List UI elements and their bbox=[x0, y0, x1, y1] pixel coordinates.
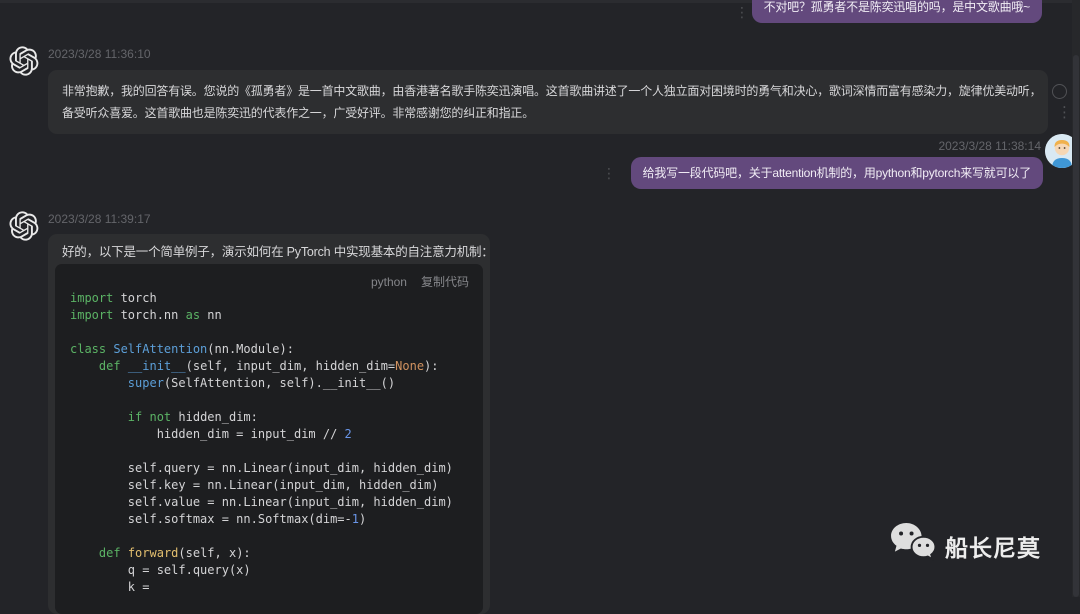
code-line: self.key = nn.Linear(input_dim, hidden_d… bbox=[70, 477, 481, 494]
code-line: def forward(self, x): bbox=[70, 545, 481, 562]
user-message-text: 不对吧？孤勇者不是陈奕迅唱的吗，是中文歌曲哦~ bbox=[764, 0, 1030, 14]
code-line: super(SelfAttention, self).__init__() bbox=[70, 375, 481, 392]
code-block: python 复制代码 import torchimport torch.nn … bbox=[55, 264, 483, 614]
code-lines: import torchimport torch.nn as nn class … bbox=[70, 290, 481, 596]
message-options-icon[interactable]: ⋮ bbox=[602, 166, 616, 180]
message-options-icon[interactable]: ⋮ bbox=[735, 5, 749, 19]
code-block-header: python 复制代码 bbox=[55, 264, 483, 293]
code-line: self.value = nn.Linear(input_dim, hidden… bbox=[70, 494, 481, 511]
code-line bbox=[70, 392, 481, 409]
openai-logo-icon bbox=[9, 211, 39, 246]
code-line: def __init__(self, input_dim, hidden_dim… bbox=[70, 358, 481, 375]
code-line: self.softmax = nn.Softmax(dim=-1) bbox=[70, 511, 481, 528]
more-actions-icon[interactable]: ⋮ bbox=[1057, 103, 1072, 121]
user-message-bubble: 不对吧？孤勇者不是陈奕迅唱的吗，是中文歌曲哦~ bbox=[752, 0, 1042, 23]
assistant-message-line: 备受听众喜爱。这首歌曲也是陈奕迅的代表作之一，广受好评。非常感谢您的纠正和指正。 bbox=[62, 102, 1034, 124]
user-message-1: 不对吧？孤勇者不是陈奕迅唱的吗，是中文歌曲哦~ bbox=[752, 0, 1042, 23]
openai-logo-icon bbox=[9, 46, 39, 81]
code-line: k = bbox=[70, 579, 481, 596]
code-line: hidden_dim = input_dim // 2 bbox=[70, 426, 481, 443]
user-message-text: 给我写一段代码吧，关于attention机制的，用python和pytorch来… bbox=[643, 166, 1031, 180]
code-line: import torch.nn as nn bbox=[70, 307, 481, 324]
assistant-message-bubble: 非常抱歉，我的回答有误。您说的《孤勇者》是一首中文歌曲，由香港著名歌手陈奕迅演唱… bbox=[48, 70, 1048, 134]
message-timestamp: 2023/3/28 11:39:17 bbox=[48, 212, 151, 226]
code-line bbox=[70, 324, 481, 341]
code-language-label: python bbox=[371, 273, 407, 291]
code-line: self.query = nn.Linear(input_dim, hidden… bbox=[70, 460, 481, 477]
code-line: class SelfAttention(nn.Module): bbox=[70, 341, 481, 358]
assistant-message-bubble: 好的，以下是一个简单例子，演示如何在 PyTorch 中实现基本的自注意力机制：… bbox=[48, 234, 490, 614]
watermark-label: 船长尼莫 bbox=[945, 529, 1041, 563]
message-timestamp: 2023/3/28 11:36:10 bbox=[48, 47, 151, 61]
regenerate-icon[interactable] bbox=[1052, 84, 1067, 99]
user-message-bubble: 给我写一段代码吧，关于attention机制的，用python和pytorch来… bbox=[631, 157, 1043, 189]
user-message-2: 给我写一段代码吧，关于attention机制的，用python和pytorch来… bbox=[631, 157, 1043, 189]
wechat-icon bbox=[890, 522, 936, 569]
code-line bbox=[70, 443, 481, 460]
code-line: if not hidden_dim: bbox=[70, 409, 481, 426]
code-line: q = self.query(x) bbox=[70, 562, 481, 579]
watermark: 船长尼莫 bbox=[890, 522, 1041, 569]
code-line bbox=[70, 528, 481, 545]
code-line: import torch bbox=[70, 290, 481, 307]
message-timestamp: 2023/3/28 11:38:14 bbox=[938, 139, 1041, 153]
copy-code-button[interactable]: 复制代码 bbox=[421, 273, 469, 291]
assistant-message-line: 非常抱歉，我的回答有误。您说的《孤勇者》是一首中文歌曲，由香港著名歌手陈奕迅演唱… bbox=[62, 80, 1034, 102]
assistant-message-line: 好的，以下是一个简单例子，演示如何在 PyTorch 中实现基本的自注意力机制： bbox=[62, 243, 490, 261]
scrollbar-thumb[interactable] bbox=[1073, 55, 1079, 597]
